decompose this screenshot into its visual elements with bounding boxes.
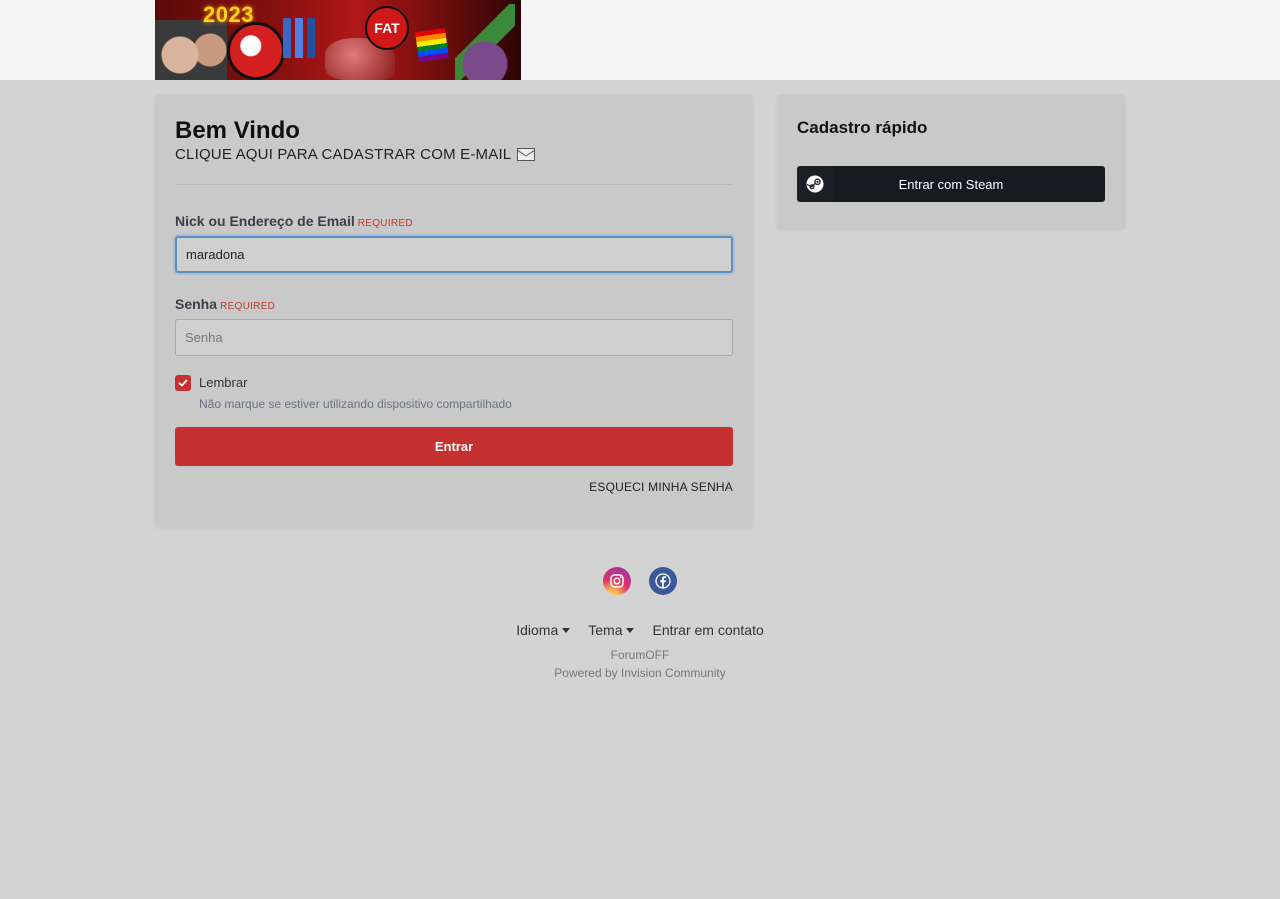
password-label-text: Senha [175,296,218,312]
banner-flag-image [415,28,449,62]
language-label: Idioma [516,622,559,638]
banner-globe-image [227,22,285,80]
login-submit-button[interactable]: Entrar [175,427,733,466]
nick-label-text: Nick ou Endereço de Email [175,213,355,229]
required-badge: REQUIRED [357,218,413,229]
steam-icon-box [797,166,833,202]
forgot-password-link[interactable]: ESQUECI MINHA SENHA [589,480,733,494]
nick-email-input[interactable] [175,236,733,273]
theme-label: Tema [588,622,623,638]
footer-links: Idioma Tema Entrar em contato [0,622,1280,638]
welcome-title: Bem Vindo [175,117,300,144]
password-input[interactable] [175,319,733,356]
remember-checkbox[interactable] [175,375,191,391]
header: 2023 FAT [0,0,1280,80]
instagram-icon[interactable] [603,567,631,595]
banner-fat-badge: FAT [365,6,409,50]
divider [175,184,733,185]
site-banner-logo[interactable]: 2023 FAT [155,0,521,80]
powered-by-link[interactable]: Powered by Invision Community [0,666,1280,680]
caret-down-icon [626,627,635,633]
facebook-icon[interactable] [649,567,677,595]
login-card: Bem Vindo CLIQUE AQUI PARA CADASTRAR COM… [155,95,753,527]
site-name: ForumOFF [610,648,670,662]
nick-field-label: Nick ou Endereço de Email REQUIRED [175,213,413,229]
remember-hint: Não marque se estiver utilizando disposi… [199,397,512,411]
social-links [603,567,677,595]
steam-icon [806,175,824,193]
banner-chart-image [283,18,323,58]
caret-down-icon [562,627,571,633]
contact-link[interactable]: Entrar em contato [652,622,763,638]
envelope-icon [517,148,536,161]
required-badge: REQUIRED [220,301,276,312]
language-menu[interactable]: Idioma [516,622,571,638]
steam-login-button[interactable]: Entrar com Steam [797,166,1105,202]
banner-pump-image [455,4,515,80]
quick-register-card: Cadastro rápido Entrar com Steam [777,95,1125,229]
check-icon [178,379,188,387]
remember-label[interactable]: Lembrar [199,375,247,390]
quick-register-title: Cadastro rápido [797,118,928,137]
theme-menu[interactable]: Tema [588,622,635,638]
banner-faces-image [155,20,227,80]
register-email-link[interactable]: CLIQUE AQUI PARA CADASTRAR COM E-MAIL [175,146,536,163]
password-field-label: Senha REQUIRED [175,296,275,312]
steam-login-label: Entrar com Steam [898,176,1004,192]
register-email-label: CLIQUE AQUI PARA CADASTRAR COM E-MAIL [175,146,512,163]
